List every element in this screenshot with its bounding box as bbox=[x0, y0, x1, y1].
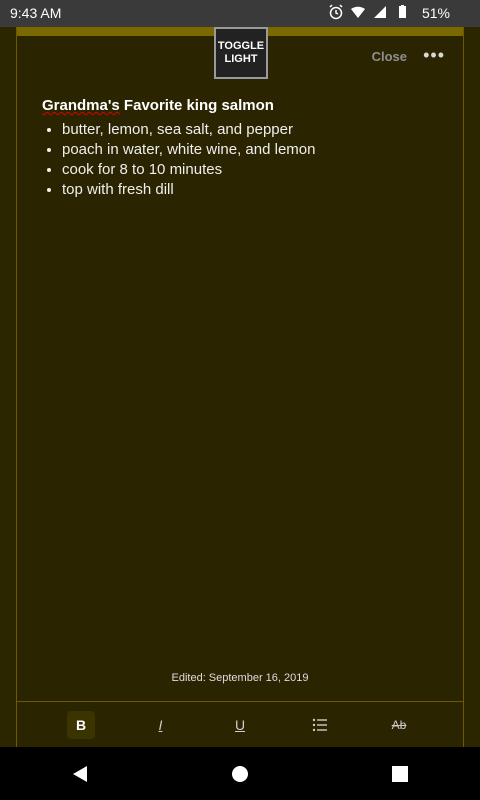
bold-button[interactable]: B bbox=[67, 710, 95, 739]
toggle-light-button[interactable]: TOGGLE LIGHT bbox=[214, 27, 268, 79]
status-time: 9:43 AM bbox=[10, 5, 62, 21]
bullet-list-button[interactable] bbox=[306, 711, 334, 739]
home-icon bbox=[232, 765, 248, 782]
title-rest: Favorite king salmon bbox=[119, 97, 274, 114]
toggle-label-line1: TOGGLE bbox=[217, 40, 265, 52]
note-card: TOGGLE LIGHT Close ••• Grandma's Favorit… bbox=[16, 27, 464, 747]
list-item: top with fresh dill bbox=[62, 180, 443, 200]
recents-icon bbox=[392, 765, 408, 782]
background-app-right bbox=[464, 27, 480, 747]
list-item: poach in water, white wine, and lemon bbox=[62, 140, 443, 160]
format-toolbar: B I U Ab bbox=[17, 701, 463, 747]
strikethrough-icon: Ab bbox=[391, 717, 407, 732]
bullet-list-icon bbox=[312, 718, 327, 731]
toggle-label-line2: LIGHT bbox=[224, 53, 258, 65]
more-options-icon[interactable]: ••• bbox=[423, 45, 445, 66]
italic-icon: I bbox=[158, 716, 163, 733]
signal-icon bbox=[374, 6, 386, 18]
home-button[interactable] bbox=[220, 754, 260, 794]
back-icon bbox=[73, 765, 87, 782]
title-misspelled-word: Grandma's bbox=[42, 97, 120, 114]
back-button[interactable] bbox=[60, 754, 100, 794]
note-bullet-list: butter, lemon, sea salt, and pepper poac… bbox=[42, 120, 443, 200]
android-navigation-bar bbox=[0, 747, 480, 800]
recents-button[interactable] bbox=[380, 754, 420, 794]
underline-icon: U bbox=[234, 716, 246, 733]
alarm-icon bbox=[329, 4, 343, 20]
wifi-icon bbox=[351, 6, 365, 18]
underline-button[interactable]: U bbox=[226, 711, 254, 739]
list-item: butter, lemon, sea salt, and pepper bbox=[62, 120, 443, 140]
background-app-left bbox=[0, 27, 16, 747]
status-bar: 9:43 AM 51% bbox=[0, 0, 480, 27]
close-button[interactable]: Close bbox=[372, 49, 407, 64]
note-content[interactable]: Grandma's Favorite king salmon butter, l… bbox=[42, 97, 443, 200]
list-item: cook for 8 to 10 minutes bbox=[62, 160, 443, 180]
italic-button[interactable]: I bbox=[147, 711, 175, 739]
strikethrough-button[interactable]: Ab bbox=[385, 711, 413, 739]
status-icons bbox=[328, 4, 410, 20]
battery-icon bbox=[399, 5, 406, 18]
bold-icon: B bbox=[75, 716, 87, 733]
edited-timestamp: Edited: September 16, 2019 bbox=[171, 672, 309, 684]
battery-percentage: 51% bbox=[421, 5, 450, 21]
note-title: Grandma's Favorite king salmon bbox=[42, 97, 443, 114]
